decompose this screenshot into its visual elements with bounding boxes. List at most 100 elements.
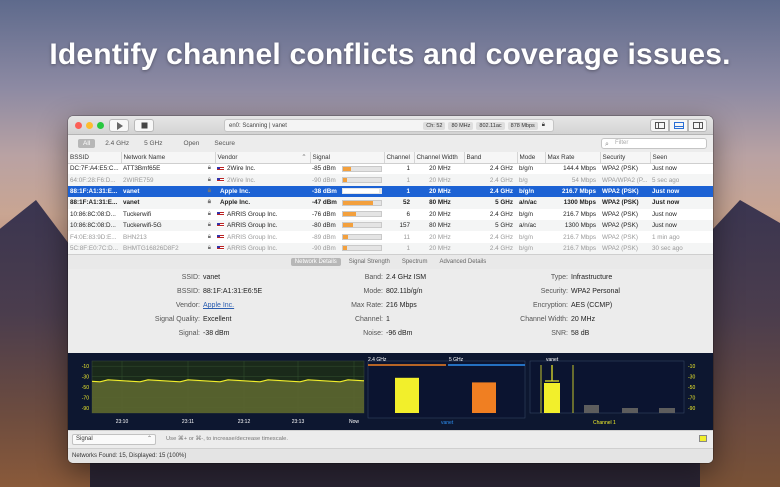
mode-label: Mode:: [363, 288, 383, 296]
split-view-button[interactable]: [669, 119, 688, 132]
cell-width: 80 MHz: [414, 219, 464, 232]
signal-meter-fill: [343, 223, 354, 228]
timescale-hint: Use ⌘+ or ⌘-, to increase/decrease times…: [166, 436, 288, 442]
history-y-tick: -70: [82, 395, 89, 401]
band-network-label: vanet: [441, 420, 454, 426]
vendor-link[interactable]: Apple Inc.: [203, 301, 234, 311]
network-name: vanet: [123, 199, 140, 207]
tab-advanced-details[interactable]: Advanced Details: [436, 258, 491, 266]
cell-security: WPA2 (PSK): [600, 197, 650, 209]
title-bar: en0: Scanning | vanet Ch: 52 80 MHz 802.…: [68, 116, 713, 135]
table-row[interactable]: F4:0E:83:9D:E... BHN213 🔒︎ ARRIS Group Inc.…: [68, 231, 713, 242]
table-row[interactable]: DC:7F:A4:E5:C... ATT3Bmf65E 🔒︎ 2Wire Inc. -8…: [68, 163, 713, 174]
cell-bssid: 10:86:8C:08:D...: [70, 210, 116, 218]
filter-tab-24ghz[interactable]: 2.4 GHz: [100, 139, 134, 148]
cell-channel: 1: [384, 174, 414, 186]
play-button[interactable]: [109, 119, 129, 132]
channel-bar-1: [584, 405, 599, 413]
table-row[interactable]: 64:0F:28:F6:D... 2WIRE759 🔒︎ 2Wire Inc. -90 …: [68, 174, 713, 186]
maxrate-value: 216 Mbps: [386, 302, 417, 310]
col-network-name[interactable]: Network Name: [121, 152, 216, 164]
graph-type-select[interactable]: Signal ⌃: [72, 434, 156, 445]
signal-dbm: -90 dBm: [312, 176, 336, 184]
history-x-tick: 23:12: [238, 419, 251, 425]
cell-seen: Just now: [650, 185, 713, 198]
cell-width: 20 MHz: [414, 174, 464, 186]
zoom-window-button[interactable]: [97, 122, 104, 129]
vendor-name: Apple Inc.: [220, 199, 251, 207]
cell-band: 2.4 GHz: [489, 233, 513, 241]
channel-value: 1: [386, 316, 390, 324]
vendor-name: ARRIS Group Inc.: [227, 233, 278, 241]
table-row[interactable]: 10:86:8C:08:D... Tuckerwifi-5G 🔒︎ ARRIS Gro…: [68, 219, 713, 232]
channel-y-tick: -90: [688, 406, 695, 412]
color-swatch[interactable]: [699, 435, 707, 442]
band-24-label: 2.4 GHz: [368, 357, 387, 363]
cell-bssid: 88:1F:A1:31:E...: [68, 185, 121, 198]
cell-name: ATT3Bmf65E 🔒︎: [121, 163, 215, 174]
stop-button[interactable]: [134, 119, 154, 132]
band-bar-vanet-24: [395, 377, 419, 413]
tab-spectrum[interactable]: Spectrum: [398, 258, 432, 266]
vendor-name: 2Wire Inc.: [227, 165, 256, 173]
col-seen[interactable]: Seen: [650, 152, 713, 164]
detail-tab-bar: Network Details Signal Strength Spectrum…: [68, 254, 713, 270]
col-mode[interactable]: Mode: [517, 152, 546, 164]
cell-band: 2.4 GHz: [464, 185, 517, 198]
filter-search-input[interactable]: ⌕ Filter: [601, 138, 707, 149]
cell-band: 2.4 GHz: [464, 242, 517, 255]
cell-signal: -76 dBm: [310, 209, 384, 220]
signal-meter-fill: [343, 234, 348, 239]
cell-rate: 1300 Mbps: [545, 197, 600, 209]
filter-tab-all[interactable]: All: [78, 139, 96, 148]
sidebar-view-button[interactable]: [650, 119, 669, 132]
cell-security: WPA2 (PSK): [600, 219, 650, 232]
table-row[interactable]: 88:1F:A1:31:E... vanet 🔒︎ Apple Inc. -38 dBm…: [68, 185, 713, 198]
signal-meter: [342, 165, 382, 172]
ssid-value: vanet: [203, 274, 221, 282]
signal-label: Signal:: [178, 330, 200, 338]
status-bar: Networks Found: 15, Displayed: 15 (100%): [68, 448, 713, 463]
col-band[interactable]: Band: [464, 152, 518, 164]
filter-tab-5ghz[interactable]: 5 GHz: [139, 139, 167, 148]
table-row[interactable]: 10:86:8C:08:D... Tuckerwifi 🔒︎ ARRIS Group …: [68, 209, 713, 220]
col-security[interactable]: Security: [600, 152, 651, 164]
history-y-tick: -10: [82, 364, 89, 370]
cell-channel: 157: [384, 219, 414, 232]
tab-network-details[interactable]: Network Details: [290, 258, 341, 267]
inspector-view-button[interactable]: [688, 119, 707, 132]
filter-bar: All 2.4 GHz 5 GHz Open Secure ⌕ Filter: [68, 135, 713, 152]
history-x-tick: 23:10: [116, 419, 129, 425]
cell-mode: b/g/n: [517, 185, 545, 198]
channel-y-tick: -50: [688, 385, 695, 391]
history-x-tick: Now: [349, 419, 359, 425]
history-signal-area: [92, 379, 364, 413]
table-row[interactable]: 88:1F:A1:31:E... vanet 🔒︎ Apple Inc. -47 dBm…: [68, 197, 713, 209]
signal-meter: [342, 233, 382, 240]
history-x-tick: 23:11: [182, 419, 194, 425]
filter-placeholder: Filter: [615, 140, 629, 146]
bssid-value: 88:1F:A1:31:E6:5E: [203, 288, 263, 296]
tab-signal-strength[interactable]: Signal Strength: [345, 258, 394, 266]
signal-dbm: -85 dBm: [312, 165, 336, 173]
col-channel[interactable]: Channel: [384, 152, 415, 164]
table-row[interactable]: 5C:8F:E0:7C:D... BHMTG16826D8F2 🔒︎ ARRIS Gr…: [68, 242, 713, 255]
cell-mode: b/g/n: [519, 210, 534, 218]
cell-security: WPA2 (PSK): [602, 210, 638, 218]
snr-value: 58 dB: [571, 330, 590, 338]
minimize-window-button[interactable]: [86, 122, 93, 129]
channel-bar-3: [659, 408, 675, 413]
filter-tab-secure[interactable]: Secure: [209, 139, 240, 148]
cell-mode: b/g/n: [519, 233, 534, 241]
col-channel-width[interactable]: Channel Width: [414, 152, 465, 164]
cell-mode: a/n/ac: [517, 219, 545, 232]
cell-rate: 1300 Mbps: [545, 219, 600, 232]
filter-tab-open[interactable]: Open: [179, 139, 205, 148]
col-vendor[interactable]: Vendor ⌃: [215, 152, 311, 164]
channel-label: Channel:: [354, 316, 383, 324]
col-max-rate[interactable]: Max Rate: [545, 152, 601, 164]
close-window-button[interactable]: [75, 122, 82, 129]
col-bssid[interactable]: BSSID: [68, 152, 122, 164]
history-y-tick: -50: [82, 385, 89, 391]
col-signal[interactable]: Signal: [310, 152, 385, 164]
